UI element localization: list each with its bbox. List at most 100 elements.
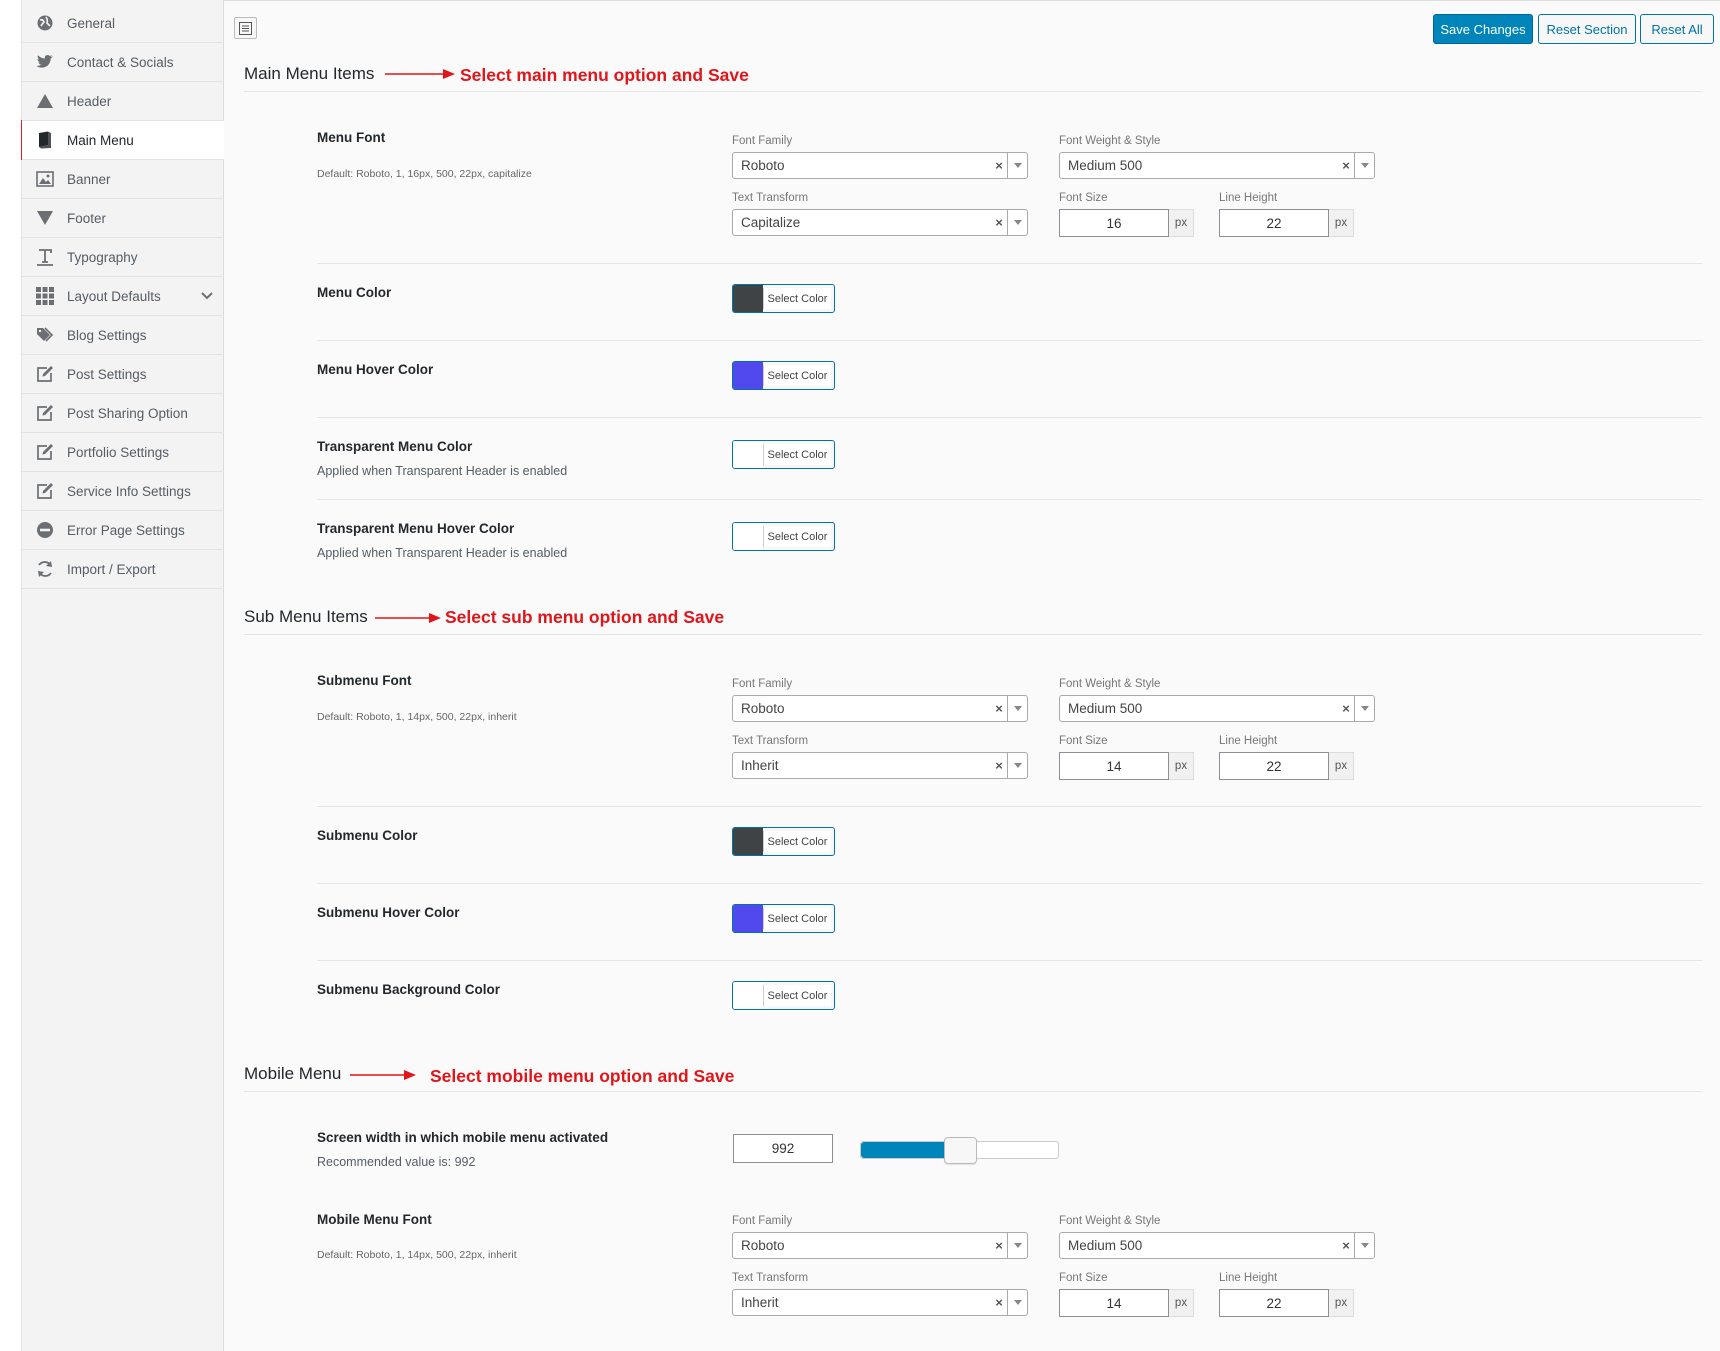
dropdown-arrow-icon[interactable]	[1007, 1233, 1027, 1258]
dropdown-arrow-icon[interactable]	[1354, 1233, 1374, 1258]
font-family-label: Font Family	[732, 678, 793, 690]
submenu-font-title: Submenu Font	[317, 673, 412, 688]
section-divider	[244, 91, 1702, 92]
sidebar-item-main-menu[interactable]: Main Menu	[22, 121, 224, 160]
line-height-input[interactable]: 22 px	[1219, 752, 1354, 780]
dropdown-arrow-icon[interactable]	[1007, 696, 1027, 721]
select-value: Inherit	[741, 758, 779, 773]
clear-icon[interactable]: ×	[991, 701, 1007, 716]
sidebar-item-typography[interactable]: Typography	[22, 238, 224, 277]
color-swatch	[733, 982, 763, 1009]
number-input[interactable]: 22	[1219, 1289, 1329, 1317]
text-transform-select[interactable]: Inherit ×	[732, 1289, 1028, 1316]
font-weight-label: Font Weight & Style	[1059, 1215, 1161, 1227]
number-input[interactable]: 16	[1059, 209, 1169, 237]
number-input[interactable]: 22	[1219, 752, 1329, 780]
section-divider	[244, 634, 1702, 635]
reset-all-button[interactable]: Reset All	[1640, 14, 1714, 44]
sidebar-item-import-export[interactable]: Import / Export	[22, 550, 224, 589]
font-weight-select[interactable]: Medium 500 ×	[1059, 1232, 1375, 1259]
chevron-down-icon[interactable]	[200, 289, 214, 303]
section-divider	[244, 1091, 1702, 1092]
sidebar-item-post-sharing-option[interactable]: Post Sharing Option	[22, 394, 224, 433]
sidebar-item-post-settings[interactable]: Post Settings	[22, 355, 224, 394]
transparent-menu-hover-color-picker[interactable]: Select Color	[732, 522, 835, 551]
sidebar-item-footer[interactable]: Footer	[22, 199, 224, 238]
select-color-label: Select Color	[763, 526, 831, 547]
number-input[interactable]: 14	[1059, 752, 1169, 780]
screen-width-input[interactable]: 992	[733, 1134, 833, 1163]
font-family-select[interactable]: Roboto ×	[732, 152, 1028, 179]
menu-hover-color-title: Menu Hover Color	[317, 362, 434, 377]
sidebar-item-service-info-settings[interactable]: Service Info Settings	[22, 472, 224, 511]
section-title-sub-menu: Sub Menu Items	[244, 607, 368, 626]
line-height-input[interactable]: 22 px	[1219, 209, 1354, 237]
row-divider	[317, 499, 1702, 500]
clear-icon[interactable]: ×	[991, 158, 1007, 173]
sidebar-item-header[interactable]: Header	[22, 82, 224, 121]
sidebar-item-portfolio-settings[interactable]: Portfolio Settings	[22, 433, 224, 472]
dropdown-arrow-icon[interactable]	[1007, 1290, 1027, 1315]
text-transform-select[interactable]: Capitalize ×	[732, 209, 1028, 236]
font-weight-select[interactable]: Medium 500 ×	[1059, 695, 1375, 722]
sidebar-item-label: General	[67, 15, 116, 31]
clear-icon[interactable]: ×	[1338, 1238, 1354, 1253]
line-height-label: Line Height	[1219, 1272, 1278, 1284]
sidebar-item-banner[interactable]: Banner	[22, 160, 224, 199]
screen-width-desc: Recommended value is: 992	[317, 1155, 476, 1169]
dropdown-arrow-icon[interactable]	[1007, 153, 1027, 178]
unit-label: px	[1329, 209, 1354, 237]
row-divider	[317, 806, 1702, 807]
dropdown-arrow-icon[interactable]	[1354, 153, 1374, 178]
screen-width-slider[interactable]	[860, 1137, 1059, 1164]
select-value: Medium 500	[1068, 158, 1143, 173]
expand-icon	[239, 21, 252, 35]
expand-toggle-button[interactable]	[234, 17, 257, 39]
sidebar-item-layout-defaults[interactable]: Layout Defaults	[22, 277, 224, 316]
sidebar-item-contact-socials[interactable]: Contact & Socials	[22, 43, 224, 82]
dropdown-arrow-icon[interactable]	[1007, 210, 1027, 235]
sidebar-item-general[interactable]: General	[22, 4, 224, 43]
dropdown-arrow-icon[interactable]	[1007, 753, 1027, 778]
options-sidebar: General Contact & Socials Header Main Menu B…	[21, 0, 224, 1351]
transparent-menu-hover-color-desc: Applied when Transparent Header is enabl…	[317, 546, 568, 560]
clear-icon[interactable]: ×	[1338, 701, 1354, 716]
submenu-hover-color-picker[interactable]: Select Color	[732, 904, 835, 933]
mobile-menu-font-title: Mobile Menu Font	[317, 1212, 432, 1227]
clear-icon[interactable]: ×	[991, 215, 1007, 230]
clear-icon[interactable]: ×	[1338, 158, 1354, 173]
reset-section-button[interactable]: Reset Section	[1538, 14, 1636, 44]
font-size-input[interactable]: 16 px	[1059, 209, 1194, 237]
edit-icon	[35, 403, 55, 423]
submenu-bg-color-title: Submenu Background Color	[317, 982, 501, 997]
submenu-bg-color-picker[interactable]: Select Color	[732, 981, 835, 1010]
sidebar-item-label: Post Settings	[67, 366, 147, 382]
dropdown-arrow-icon[interactable]	[1354, 696, 1374, 721]
color-swatch	[733, 441, 763, 468]
font-size-input[interactable]: 14 px	[1059, 752, 1194, 780]
font-size-label: Font Size	[1059, 735, 1108, 747]
clear-icon[interactable]: ×	[991, 1238, 1007, 1253]
select-color-label: Select Color	[763, 908, 831, 929]
font-weight-select[interactable]: Medium 500 ×	[1059, 152, 1375, 179]
font-family-select[interactable]: Roboto ×	[732, 1232, 1028, 1259]
number-input[interactable]: 22	[1219, 209, 1329, 237]
color-swatch	[733, 828, 763, 855]
menu-hover-color-picker[interactable]: Select Color	[732, 361, 835, 390]
tags-icon	[35, 325, 55, 345]
menu-color-picker[interactable]: Select Color	[732, 284, 835, 313]
clear-icon[interactable]: ×	[991, 758, 1007, 773]
font-family-select[interactable]: Roboto ×	[732, 695, 1028, 722]
font-size-input[interactable]: 14 px	[1059, 1289, 1194, 1317]
submenu-color-picker[interactable]: Select Color	[732, 827, 835, 856]
save-changes-button[interactable]: Save Changes	[1433, 14, 1533, 44]
clear-icon[interactable]: ×	[991, 1295, 1007, 1310]
refresh-icon	[35, 559, 55, 579]
number-input[interactable]: 14	[1059, 1289, 1169, 1317]
sidebar-item-error-page-settings[interactable]: Error Page Settings	[22, 511, 224, 550]
transparent-menu-color-picker[interactable]: Select Color	[732, 440, 835, 469]
line-height-input[interactable]: 22 px	[1219, 1289, 1354, 1317]
sidebar-item-blog-settings[interactable]: Blog Settings	[22, 316, 224, 355]
text-transform-select[interactable]: Inherit ×	[732, 752, 1028, 779]
slider-handle[interactable]	[943, 1137, 977, 1164]
